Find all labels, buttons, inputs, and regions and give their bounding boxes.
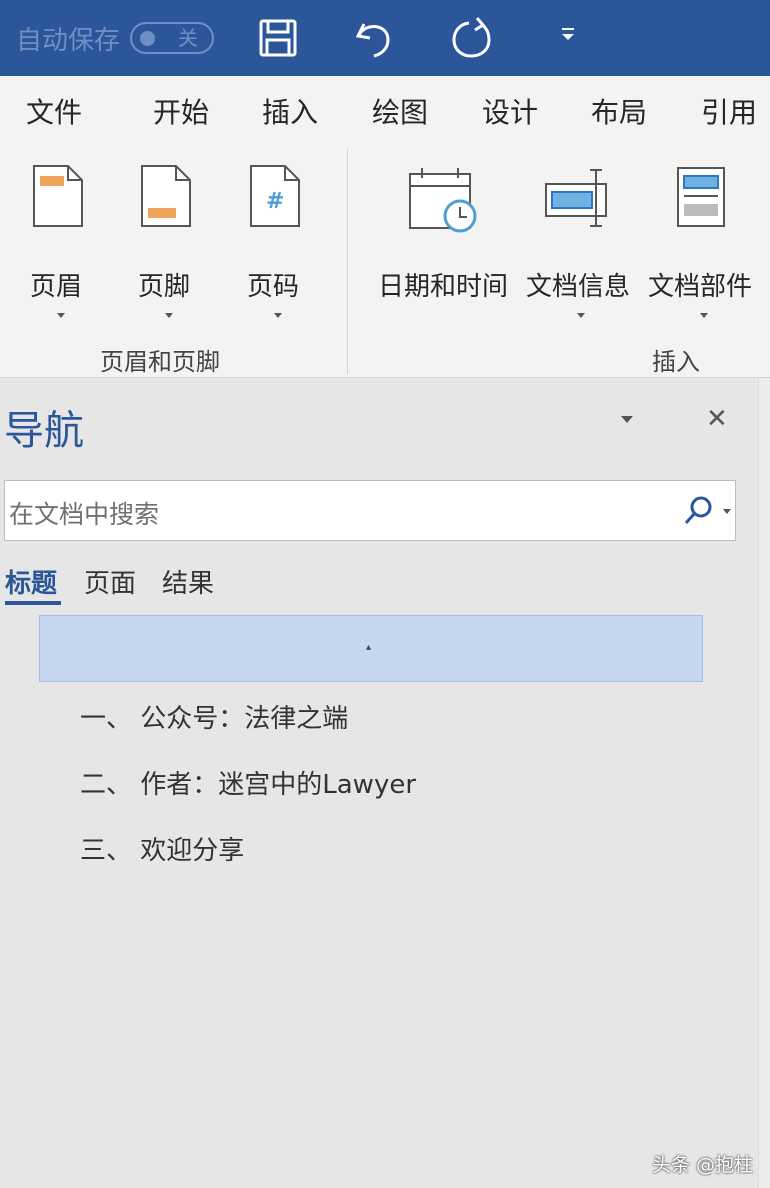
quick-parts-label: 文档部件	[648, 272, 753, 302]
svg-text:#: #	[266, 189, 284, 214]
tab-file[interactable]: 文件	[26, 91, 82, 131]
header-icon	[33, 165, 83, 227]
autosave-toggle[interactable]: 关	[130, 22, 214, 54]
search-options-dropdown-icon[interactable]	[723, 509, 731, 514]
search-icon[interactable]	[683, 495, 715, 527]
footer-label: 页脚	[138, 272, 191, 302]
navigation-title: 导航	[4, 408, 84, 454]
search-placeholder: 在文档中搜索	[9, 500, 160, 529]
tab-headings[interactable]: 标题	[5, 563, 57, 600]
tab-results[interactable]: 结果	[162, 563, 214, 600]
header-dropdown-arrow	[57, 313, 65, 318]
footer-icon	[141, 165, 191, 227]
date-time-button[interactable]: 日期和时间	[376, 162, 512, 312]
tab-layout[interactable]: 布局	[591, 91, 647, 131]
document-info-button[interactable]: 文档信息	[524, 162, 636, 318]
tab-draw[interactable]: 绘图	[372, 91, 428, 131]
watermark: 头条 @抱柱	[652, 1154, 754, 1176]
selected-heading-row[interactable]: ▴	[39, 615, 703, 682]
quick-parts-button[interactable]: 文档部件	[646, 162, 758, 318]
tab-insert[interactable]: 插入	[262, 91, 318, 131]
document-info-dropdown-arrow	[577, 313, 585, 318]
footer-dropdown-arrow	[165, 313, 173, 318]
footer-button[interactable]: 页脚	[128, 162, 208, 318]
page-number-label: 页码	[247, 272, 300, 302]
group-separator	[347, 148, 348, 374]
tab-references[interactable]: 引用	[701, 91, 757, 131]
tab-home[interactable]: 开始	[153, 91, 209, 131]
document-info-label: 文档信息	[526, 272, 631, 302]
quick-parts-icon	[677, 167, 725, 227]
header-label: 页眉	[30, 272, 83, 302]
ribbon-tabs: 文件 开始 插入 绘图 设计 布局 引用	[0, 76, 770, 142]
redo-icon[interactable]	[447, 14, 495, 62]
active-tab-indicator	[5, 601, 61, 605]
close-icon[interactable]: ✕	[706, 404, 728, 434]
quick-parts-dropdown-arrow	[700, 313, 708, 318]
page-number-dropdown-arrow	[274, 313, 282, 318]
ribbon: 页眉 页脚 # 页码 页眉和页脚 日期和时间 文档信息 文档部件 插入	[0, 142, 770, 378]
heading-item[interactable]: 三、 欢迎分享	[80, 830, 244, 867]
heading-item[interactable]: 二、 作者：迷宫中的Lawyer	[80, 764, 416, 801]
group-label-insert: 插入	[652, 348, 700, 376]
date-time-label: 日期和时间	[378, 272, 509, 302]
group-label-header-footer: 页眉和页脚	[100, 348, 220, 376]
pane-options-dropdown-icon[interactable]	[621, 416, 633, 423]
page-number-button[interactable]: # 页码	[237, 162, 317, 318]
undo-icon[interactable]	[350, 14, 398, 62]
autosave-label: 自动保存	[16, 26, 121, 56]
document-info-icon	[545, 169, 607, 227]
tab-design[interactable]: 设计	[482, 91, 538, 131]
autosave-state: 关	[178, 26, 198, 50]
page-number-icon: #	[250, 165, 300, 227]
header-button[interactable]: 页眉	[20, 162, 100, 318]
title-bar: 自动保存 关	[0, 0, 770, 76]
customize-icon[interactable]	[545, 14, 593, 62]
search-input[interactable]: 在文档中搜索	[4, 480, 736, 541]
heading-item[interactable]: 一、 公众号：法律之端	[80, 698, 348, 735]
scrollbar[interactable]	[758, 378, 770, 1188]
date-time-icon	[409, 168, 477, 233]
empty-heading-marker: ▴	[366, 642, 372, 653]
tab-pages[interactable]: 页面	[84, 563, 136, 600]
toggle-knob	[140, 31, 155, 46]
save-icon[interactable]	[254, 14, 302, 62]
